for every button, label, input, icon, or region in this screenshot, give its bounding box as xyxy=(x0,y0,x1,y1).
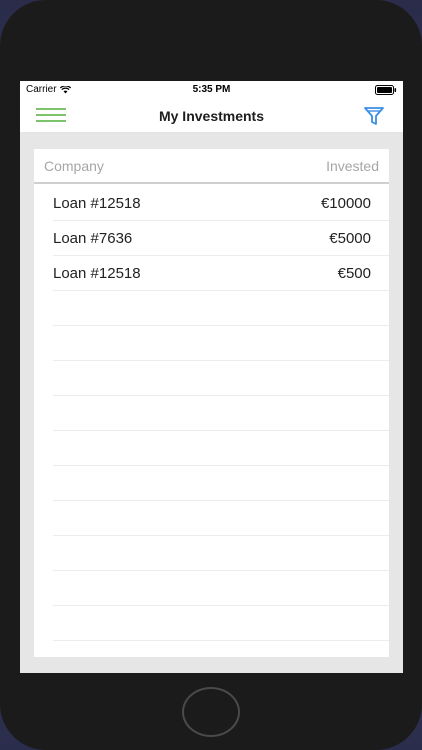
page-title: My Investments xyxy=(158,108,265,124)
status-bar: Carrier 5:35 PM xyxy=(20,81,403,98)
empty-row xyxy=(53,396,389,431)
navigation-bar: My Investments xyxy=(20,98,403,133)
table-row[interactable]: Loan #12518 €500 xyxy=(53,256,389,291)
column-header-company: Company xyxy=(44,158,104,174)
empty-row xyxy=(53,291,389,326)
empty-row xyxy=(53,466,389,501)
empty-row xyxy=(53,361,389,396)
content-area: Company Invested Loan #12518 €10000 Loan… xyxy=(20,133,403,673)
table-rows: Loan #12518 €10000 Loan #7636 €5000 Loan… xyxy=(53,186,389,641)
status-time: 5:35 PM xyxy=(192,84,231,95)
empty-row xyxy=(53,326,389,361)
column-header-invested: Invested xyxy=(326,158,379,174)
empty-row xyxy=(53,501,389,536)
empty-row xyxy=(53,606,389,641)
row-invested-amount: €5000 xyxy=(329,230,371,247)
battery-icon xyxy=(375,85,397,95)
phone-frame: Carrier 5:35 PM My Investments Company I… xyxy=(0,0,422,750)
app-screen: Carrier 5:35 PM My Investments Company I… xyxy=(20,81,403,673)
row-company: Loan #7636 xyxy=(53,230,133,247)
empty-row xyxy=(53,536,389,571)
row-company: Loan #12518 xyxy=(53,195,141,212)
row-company: Loan #12518 xyxy=(53,265,141,282)
table-row[interactable]: Loan #12518 €10000 xyxy=(53,186,389,221)
row-invested-amount: €500 xyxy=(337,265,371,282)
table-header: Company Invested xyxy=(34,149,389,184)
empty-row xyxy=(53,571,389,606)
empty-row xyxy=(53,431,389,466)
investments-table: Company Invested Loan #12518 €10000 Loan… xyxy=(34,149,389,657)
home-button[interactable] xyxy=(182,687,240,737)
filter-funnel-icon[interactable] xyxy=(363,105,385,127)
row-invested-amount: €10000 xyxy=(320,195,371,212)
table-row[interactable]: Loan #7636 €5000 xyxy=(53,221,389,256)
